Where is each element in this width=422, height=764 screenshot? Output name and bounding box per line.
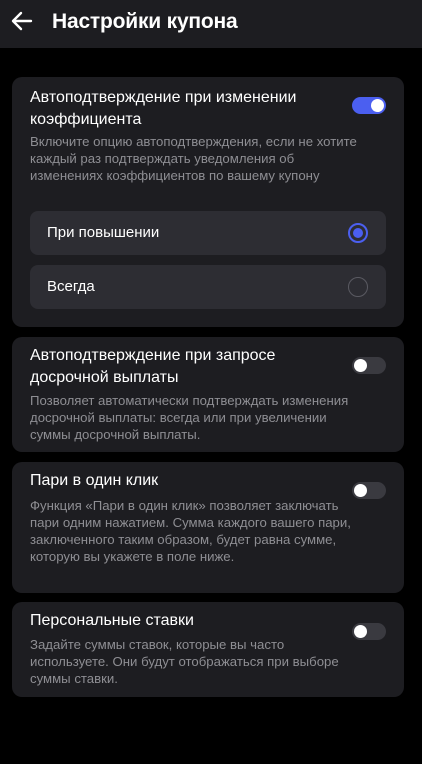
setting-description: Функция «Пари в один клик» позволяет зак… [30,498,351,564]
personal-stakes-card: Персональные ставки Задайте суммы ставок… [12,602,404,697]
setting-description: Включите опцию автоподтверждения, если н… [30,134,357,183]
arrow-left-icon [11,11,33,36]
page-title: Настройки купона [52,10,238,33]
option-label: Всегда [47,278,95,295]
back-button[interactable] [8,8,36,38]
top-bar: Настройки купона [0,0,422,48]
radio-selected[interactable] [348,223,368,243]
option-always[interactable]: Всегда [30,265,386,309]
toggle-knob [354,484,367,497]
setting-title: Персональные ставки [30,612,194,629]
early-cashout-autoconfirm-toggle[interactable] [352,357,386,374]
one-click-bet-card: Пари в один клик Функция «Пари в один кл… [12,462,404,593]
odds-change-autoconfirm-toggle[interactable] [352,97,386,114]
option-on-increase[interactable]: При повышении [30,211,386,255]
toggle-knob [354,359,367,372]
coupon-settings-screen: Настройки купона Автоподтверждение при и… [0,0,422,764]
setting-title: Автоподтверждение при изменении коэффици… [30,89,297,128]
setting-description: Позволяет автоматически подтверждать изм… [30,393,349,442]
setting-title: Автоподтверждение при запросе досрочной … [30,347,276,386]
odds-change-autoconfirm-card: Автоподтверждение при изменении коэффици… [12,77,404,327]
toggle-knob [371,99,384,112]
setting-description: Задайте суммы ставок, которые вы часто и… [30,637,339,686]
radio-unselected[interactable] [348,277,368,297]
early-cashout-autoconfirm-card: Автоподтверждение при запросе досрочной … [12,337,404,452]
option-label: При повышении [47,224,160,241]
setting-title: Пари в один клик [30,472,159,489]
